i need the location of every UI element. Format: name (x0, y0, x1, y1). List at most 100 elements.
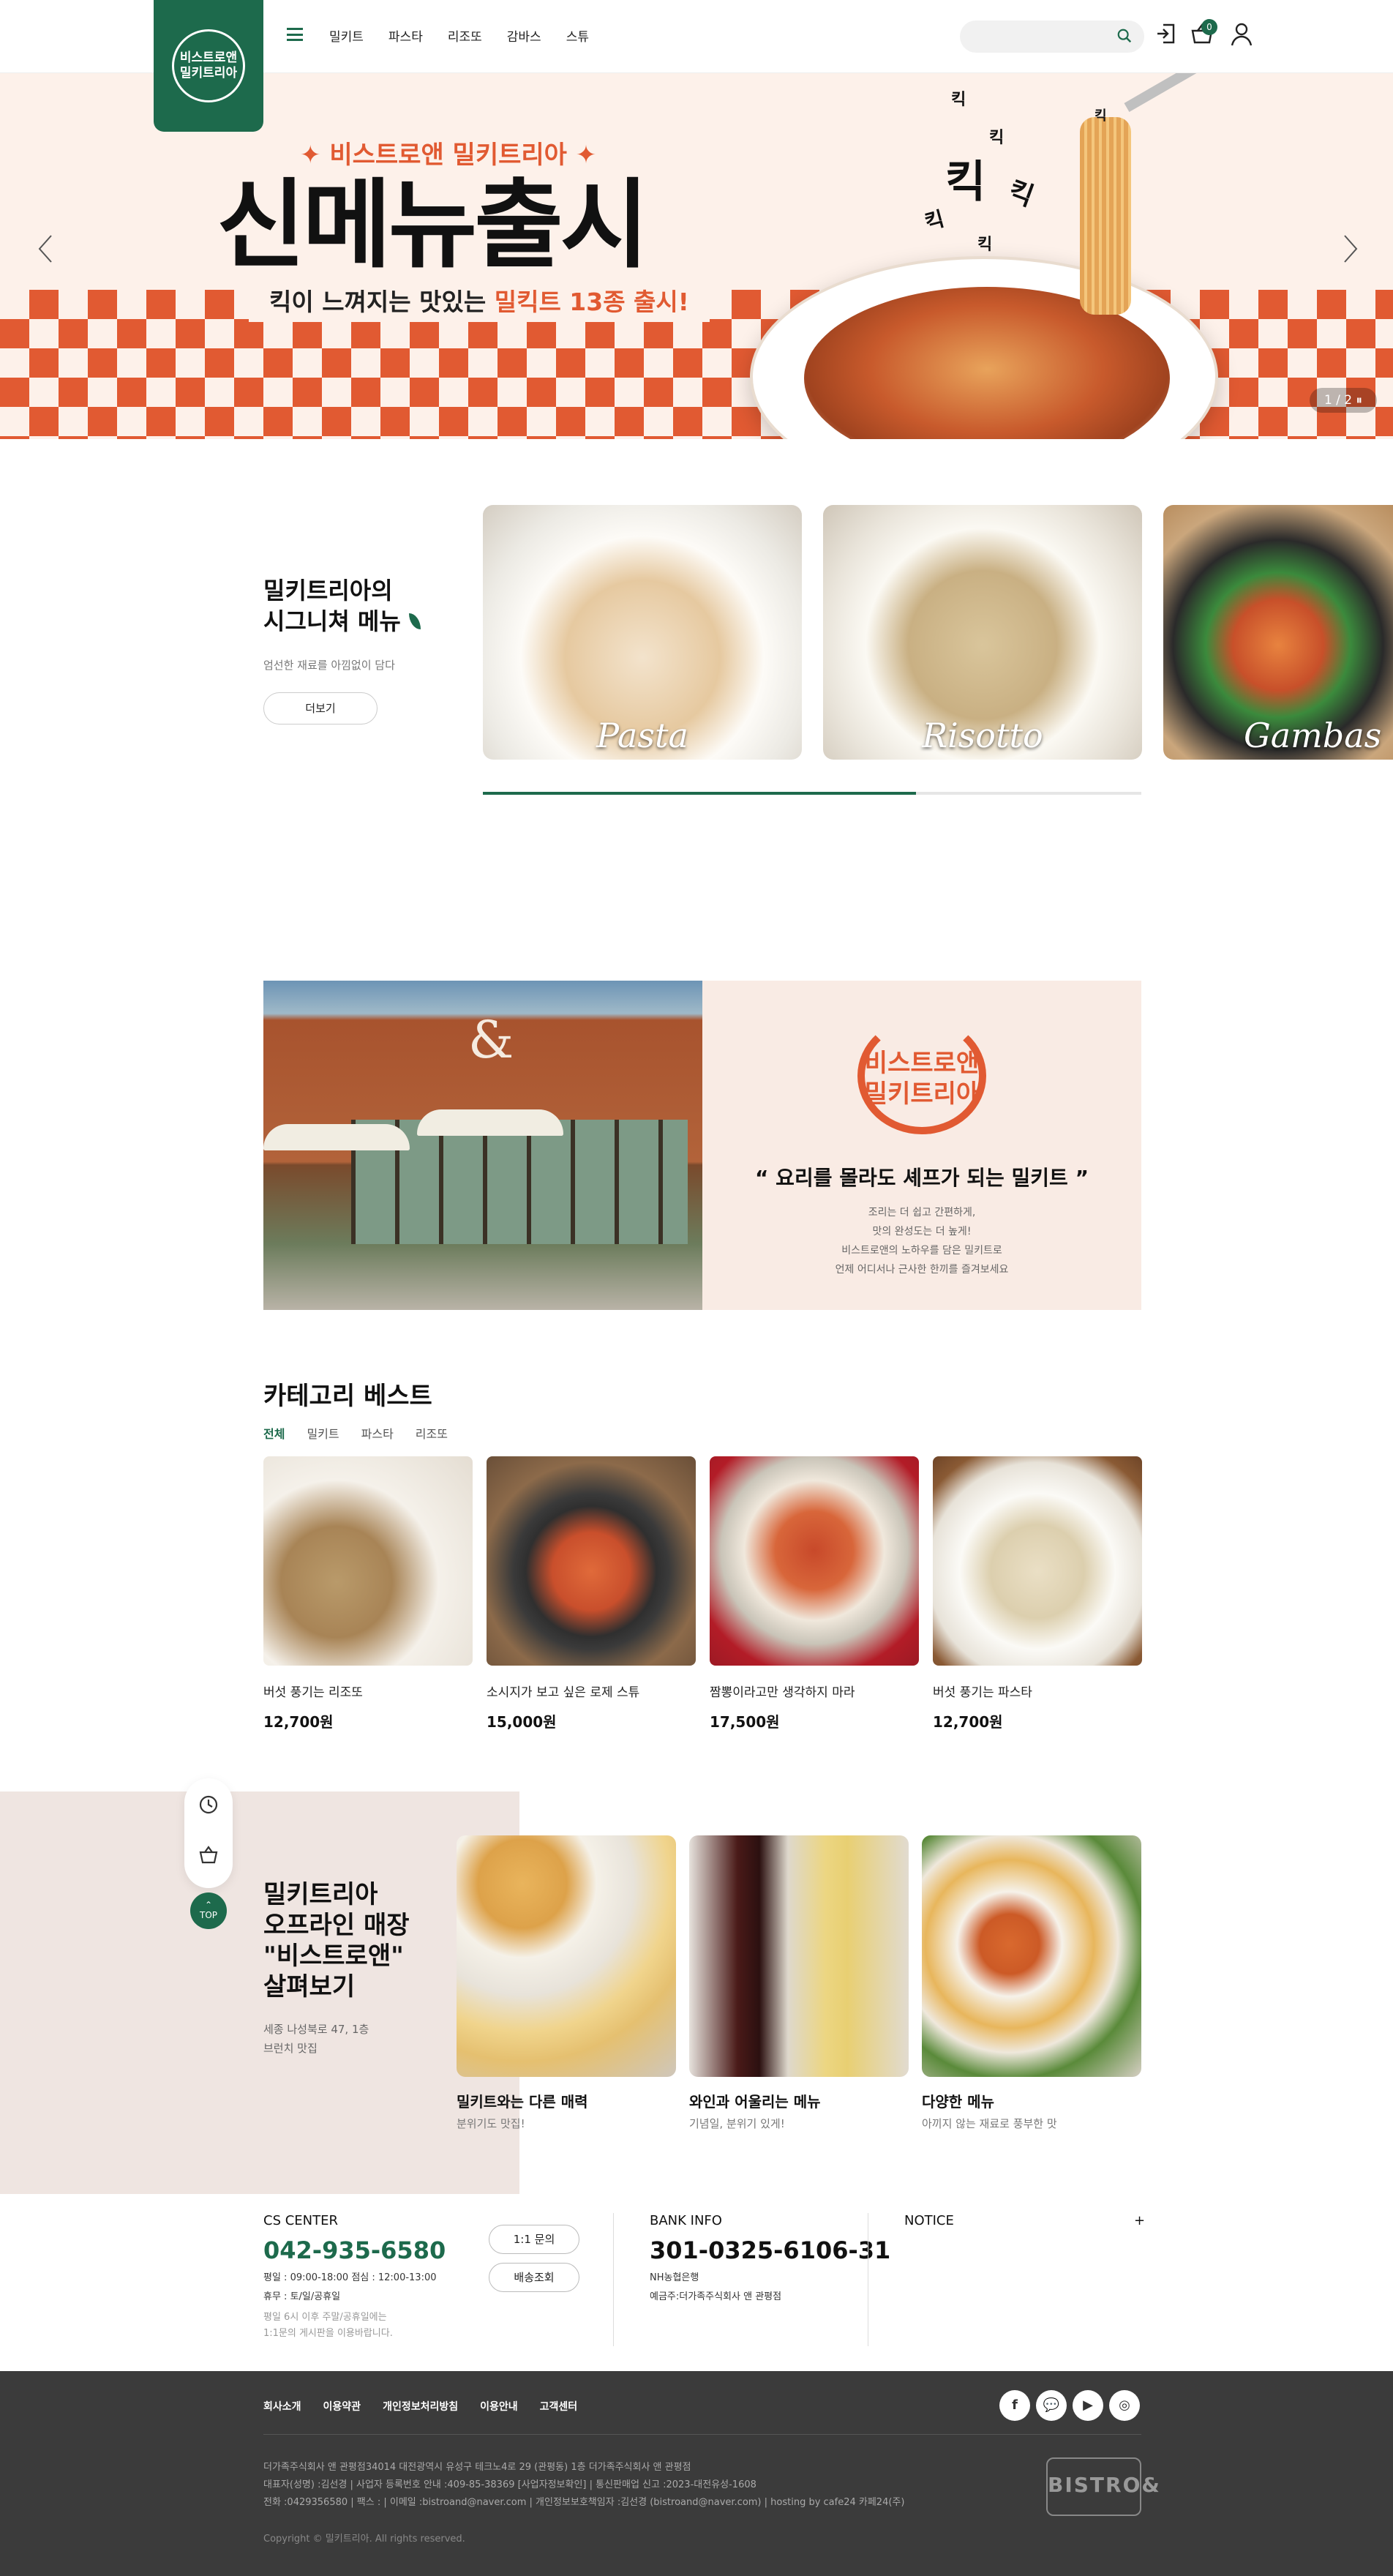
offline-card-sub: 기념일, 분위기 있게! (689, 2117, 785, 2130)
site-logo[interactable]: 비스트로앤 밀키트리아 (154, 0, 263, 132)
card-label: Pasta (596, 716, 688, 755)
user-icon[interactable] (1229, 20, 1254, 47)
more-button[interactable]: 더보기 (263, 692, 378, 724)
product-card[interactable]: 버섯 풍기는 리조또 12,700원 (263, 1456, 473, 1731)
offline-card-image[interactable] (922, 1835, 1141, 2077)
cs-note-line: 1:1문의 게시판을 이용바랍니다. (263, 2328, 393, 2339)
youtube-icon[interactable]: ▶ (1073, 2390, 1103, 2421)
cs-hours-line: 평일 : 09:00-18:00 점심 : 12:00-13:00 (263, 2272, 437, 2283)
tab-pasta[interactable]: 파스타 (361, 1424, 416, 1442)
nav-item-mealkit[interactable]: 밀키트 (329, 26, 364, 45)
card-label: Risotto (922, 716, 1043, 755)
product-name[interactable]: 버섯 풍기는 리조또 (263, 1682, 473, 1700)
sfx-text: 킥 (951, 91, 966, 109)
brand-logo-text: 비스트로앤 밀키트리아 (819, 1048, 1024, 1109)
bank-account-number: 301-0325-6106-31 (650, 2236, 891, 2264)
banner-subtitle: ✦ 비스트로앤 밀키트리아 ✦ (300, 141, 597, 170)
search-input[interactable] (960, 20, 1144, 53)
nav-item-risotto[interactable]: 리조또 (448, 26, 482, 45)
offline-card[interactable]: 밀키트와는 다른 매력 분위기도 맛집! (457, 1835, 676, 2131)
tab-all[interactable]: 전체 (263, 1424, 307, 1442)
brand-line: 언제 어디서나 근사한 한끼를 즐겨보세요 (835, 1264, 1009, 1276)
cs-notes: 평일 6시 이후 주말/공휴일에는 1:1문의 게시판을 이용바랍니다. (263, 2310, 393, 2342)
product-name[interactable]: 버섯 풍기는 파스타 (933, 1682, 1142, 1700)
inquiry-button[interactable]: 1:1 문의 (489, 2225, 579, 2254)
basket-icon[interactable] (198, 1844, 219, 1865)
fork-image (1124, 73, 1269, 113)
footer-link-terms[interactable]: 이용약관 (323, 2399, 361, 2414)
scroll-top-button[interactable]: ⌃ TOP (190, 1892, 227, 1929)
footer-links: 회사소개 이용약관 개인정보처리방침 이용안내 고객센터 (263, 2399, 577, 2414)
cs-hours-line: 휴무 : 토/일/공휴일 (263, 2291, 341, 2302)
footer-link-privacy[interactable]: 개인정보처리방침 (383, 2399, 458, 2414)
site-footer: 회사소개 이용약관 개인정보처리방침 이용안내 고객센터 f 💬 ▶ ◎ 더가족… (0, 2371, 1393, 2576)
signature-title-line2: 시그니쳐 메뉴 (263, 607, 401, 635)
product-price: 17,500원 (710, 1713, 780, 1731)
offline-tagline: 브런치 맛집 (263, 2042, 318, 2055)
tab-mealkit[interactable]: 밀키트 (307, 1424, 361, 1442)
product-image[interactable] (710, 1456, 919, 1666)
offline-card-title: 밀키트와는 다른 매력 (457, 2093, 588, 2111)
product-price: 12,700원 (263, 1713, 334, 1731)
product-card[interactable]: 짬뽕이라고만 생각하지 마라 17,500원 (710, 1456, 919, 1731)
product-name[interactable]: 짬뽕이라고만 생각하지 마라 (710, 1682, 919, 1700)
tab-risotto[interactable]: 리조또 (416, 1424, 470, 1442)
footer-link-guide[interactable]: 이용안내 (480, 2399, 518, 2414)
signature-card-gambas[interactable]: Gambas (1163, 505, 1393, 760)
nav-item-stew[interactable]: 스튜 (566, 26, 589, 45)
product-image[interactable] (487, 1456, 696, 1666)
banner-title: 신메뉴출시 (217, 169, 649, 282)
sfx-text: 킥 (989, 129, 1005, 147)
logo-text-line1: 비스트로앤 (179, 50, 238, 65)
next-arrow-icon[interactable] (1343, 234, 1358, 263)
offline-card-image[interactable] (457, 1835, 676, 2077)
product-price: 15,000원 (487, 1713, 557, 1731)
signature-card-pasta[interactable]: Pasta (483, 505, 802, 760)
product-card[interactable]: 버섯 풍기는 파스타 12,700원 (933, 1456, 1142, 1731)
offline-card-title: 다양한 메뉴 (922, 2093, 994, 2111)
cs-phone[interactable]: 042-935-6580 (263, 2236, 446, 2264)
store-photo: & (263, 981, 702, 1310)
nav-item-pasta[interactable]: 파스타 (388, 26, 423, 45)
delivery-tracking-button[interactable]: 배송조회 (489, 2263, 579, 2292)
nav-item-gambas[interactable]: 감바스 (507, 26, 541, 45)
notice-more-button[interactable]: + (1134, 2213, 1145, 2228)
footer-info-line: 전화 :0429356580 | 팩스 : | 이메일 :bistroand@n… (263, 2497, 905, 2508)
leaf-icon (408, 613, 421, 629)
offline-card[interactable]: 와인과 어울리는 메뉴 기념일, 분위기 있게! (689, 1835, 909, 2131)
recent-view-icon[interactable] (198, 1794, 219, 1815)
cart-button[interactable]: 0 (1190, 19, 1217, 47)
prev-arrow-icon[interactable] (38, 234, 53, 263)
search-icon[interactable] (1116, 28, 1133, 44)
offline-card-image[interactable] (689, 1835, 909, 2077)
instagram-icon[interactable]: ◎ (1109, 2390, 1140, 2421)
sfx-text: 킥 (977, 236, 993, 254)
logo-text-line2: 밀키트리아 (179, 66, 238, 80)
offline-card[interactable]: 다양한 메뉴 아끼지 않는 재료로 풍부한 맛 (922, 1835, 1141, 2131)
product-image[interactable] (933, 1456, 1142, 1666)
offline-desc: 세종 나성북로 47, 1층 브런치 맛집 (263, 2020, 369, 2058)
banner-pager[interactable]: 1 / 2 ⏸ (1310, 388, 1377, 413)
cs-hours: 평일 : 09:00-18:00 점심 : 12:00-13:00 휴무 : 토… (263, 2269, 437, 2307)
category-tabs: 전체 밀키트 파스타 리조또 (263, 1424, 470, 1442)
signature-title: 밀키트리아의 시그니쳐 메뉴 (263, 575, 421, 637)
notice-label[interactable]: NOTICE (904, 2213, 954, 2228)
signature-card-risotto[interactable]: Risotto (823, 505, 1142, 760)
footer-link-company[interactable]: 회사소개 (263, 2399, 301, 2414)
product-name[interactable]: 소시지가 보고 싶은 로제 스튜 (487, 1682, 696, 1700)
hamburger-menu-icon[interactable] (287, 28, 303, 41)
signature-desc: 엄선한 재료를 아낌없이 담다 (263, 659, 395, 672)
offline-title-line: 밀키트리아 (263, 1880, 378, 1909)
sfx-text: 킥 (1004, 176, 1037, 213)
copyright: Copyright © 밀키트리아. All rights reserved. (263, 2534, 465, 2545)
footer-link-cs[interactable]: 고객센터 (540, 2399, 578, 2414)
talk-icon[interactable]: 💬 (1036, 2390, 1067, 2421)
product-card[interactable]: 소시지가 보고 싶은 로제 스튜 15,000원 (487, 1456, 696, 1731)
offline-card-sub: 분위기도 맛집! (457, 2117, 525, 2130)
login-icon[interactable] (1154, 20, 1179, 47)
cs-center-label: CS CENTER (263, 2213, 338, 2228)
product-image[interactable] (263, 1456, 473, 1666)
facebook-icon[interactable]: f (999, 2390, 1030, 2421)
bank-details: NH농협은행 예금주:더가족주식회사 앤 관평점 (650, 2269, 781, 2307)
banner-copy-highlight: 밀킥트 13종 출시! (494, 288, 689, 316)
